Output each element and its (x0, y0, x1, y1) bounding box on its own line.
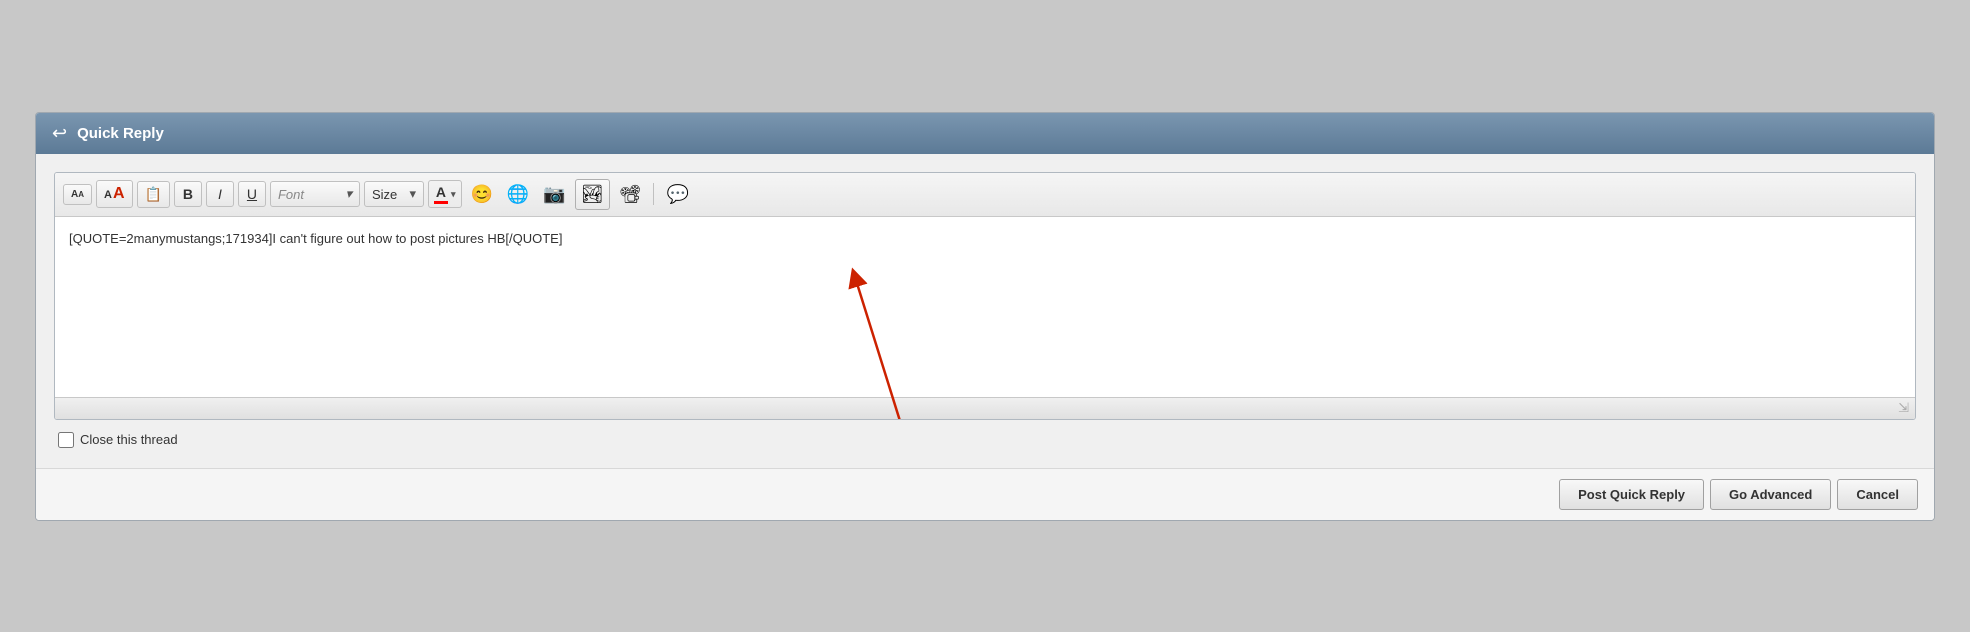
bold-button[interactable]: B (174, 181, 202, 207)
go-advanced-button[interactable]: Go Advanced (1710, 479, 1831, 510)
text-color-button[interactable]: A ▾ (428, 180, 462, 208)
bottom-bar: Post Quick Reply Go Advanced Cancel (36, 468, 1934, 520)
font-size-dropdown[interactable]: Size ▾ (364, 181, 424, 207)
toolbar: AA AA 📋 B I (55, 173, 1915, 217)
close-thread-checkbox[interactable] (58, 432, 74, 448)
panel-body: AA AA 📋 B I (36, 154, 1934, 468)
close-thread-text: Close this thread (80, 432, 178, 447)
underline-button[interactable]: U (238, 181, 266, 207)
font-family-dropdown[interactable]: Font ▾ (270, 181, 360, 207)
globe-button[interactable]: 🌐 (502, 180, 534, 209)
editor-area[interactable]: [QUOTE=2manymustangs;171934]I can't figu… (55, 217, 1915, 397)
panel-header: ↩ Quick Reply (36, 113, 1934, 154)
editor-container: AA AA 📋 B I (54, 172, 1916, 420)
camera-button[interactable]: 📷 (538, 180, 570, 209)
cancel-button[interactable]: Cancel (1837, 479, 1918, 510)
image-button[interactable]: 🏞 (575, 179, 610, 210)
editor-content: [QUOTE=2manymustangs;171934]I can't figu… (69, 231, 562, 246)
footer-options: Close this thread (54, 420, 1916, 458)
quick-reply-panel: ↩ Quick Reply AA AA 📋 (35, 112, 1935, 521)
resize-handle-icon: ⇲ (1898, 400, 1909, 416)
toolbar-divider (653, 183, 654, 205)
comment-button[interactable]: 💬 (661, 180, 693, 209)
font-size-larger-button[interactable]: AA (96, 180, 133, 208)
editor-outer: [QUOTE=2manymustangs;171934]I can't figu… (55, 217, 1915, 419)
emoji-button[interactable]: 😊 (466, 180, 498, 209)
font-size-smaller-button[interactable]: AA (63, 184, 92, 205)
close-thread-label[interactable]: Close this thread (58, 432, 178, 448)
back-icon[interactable]: ↩ (52, 123, 67, 144)
panel-title: Quick Reply (77, 125, 164, 142)
editor-resize-bar[interactable]: ⇲ (55, 397, 1915, 419)
film-button[interactable]: 📽 (614, 180, 647, 209)
styles-button[interactable]: 📋 (137, 181, 170, 208)
post-quick-reply-button[interactable]: Post Quick Reply (1559, 479, 1704, 510)
italic-button[interactable]: I (206, 181, 234, 207)
